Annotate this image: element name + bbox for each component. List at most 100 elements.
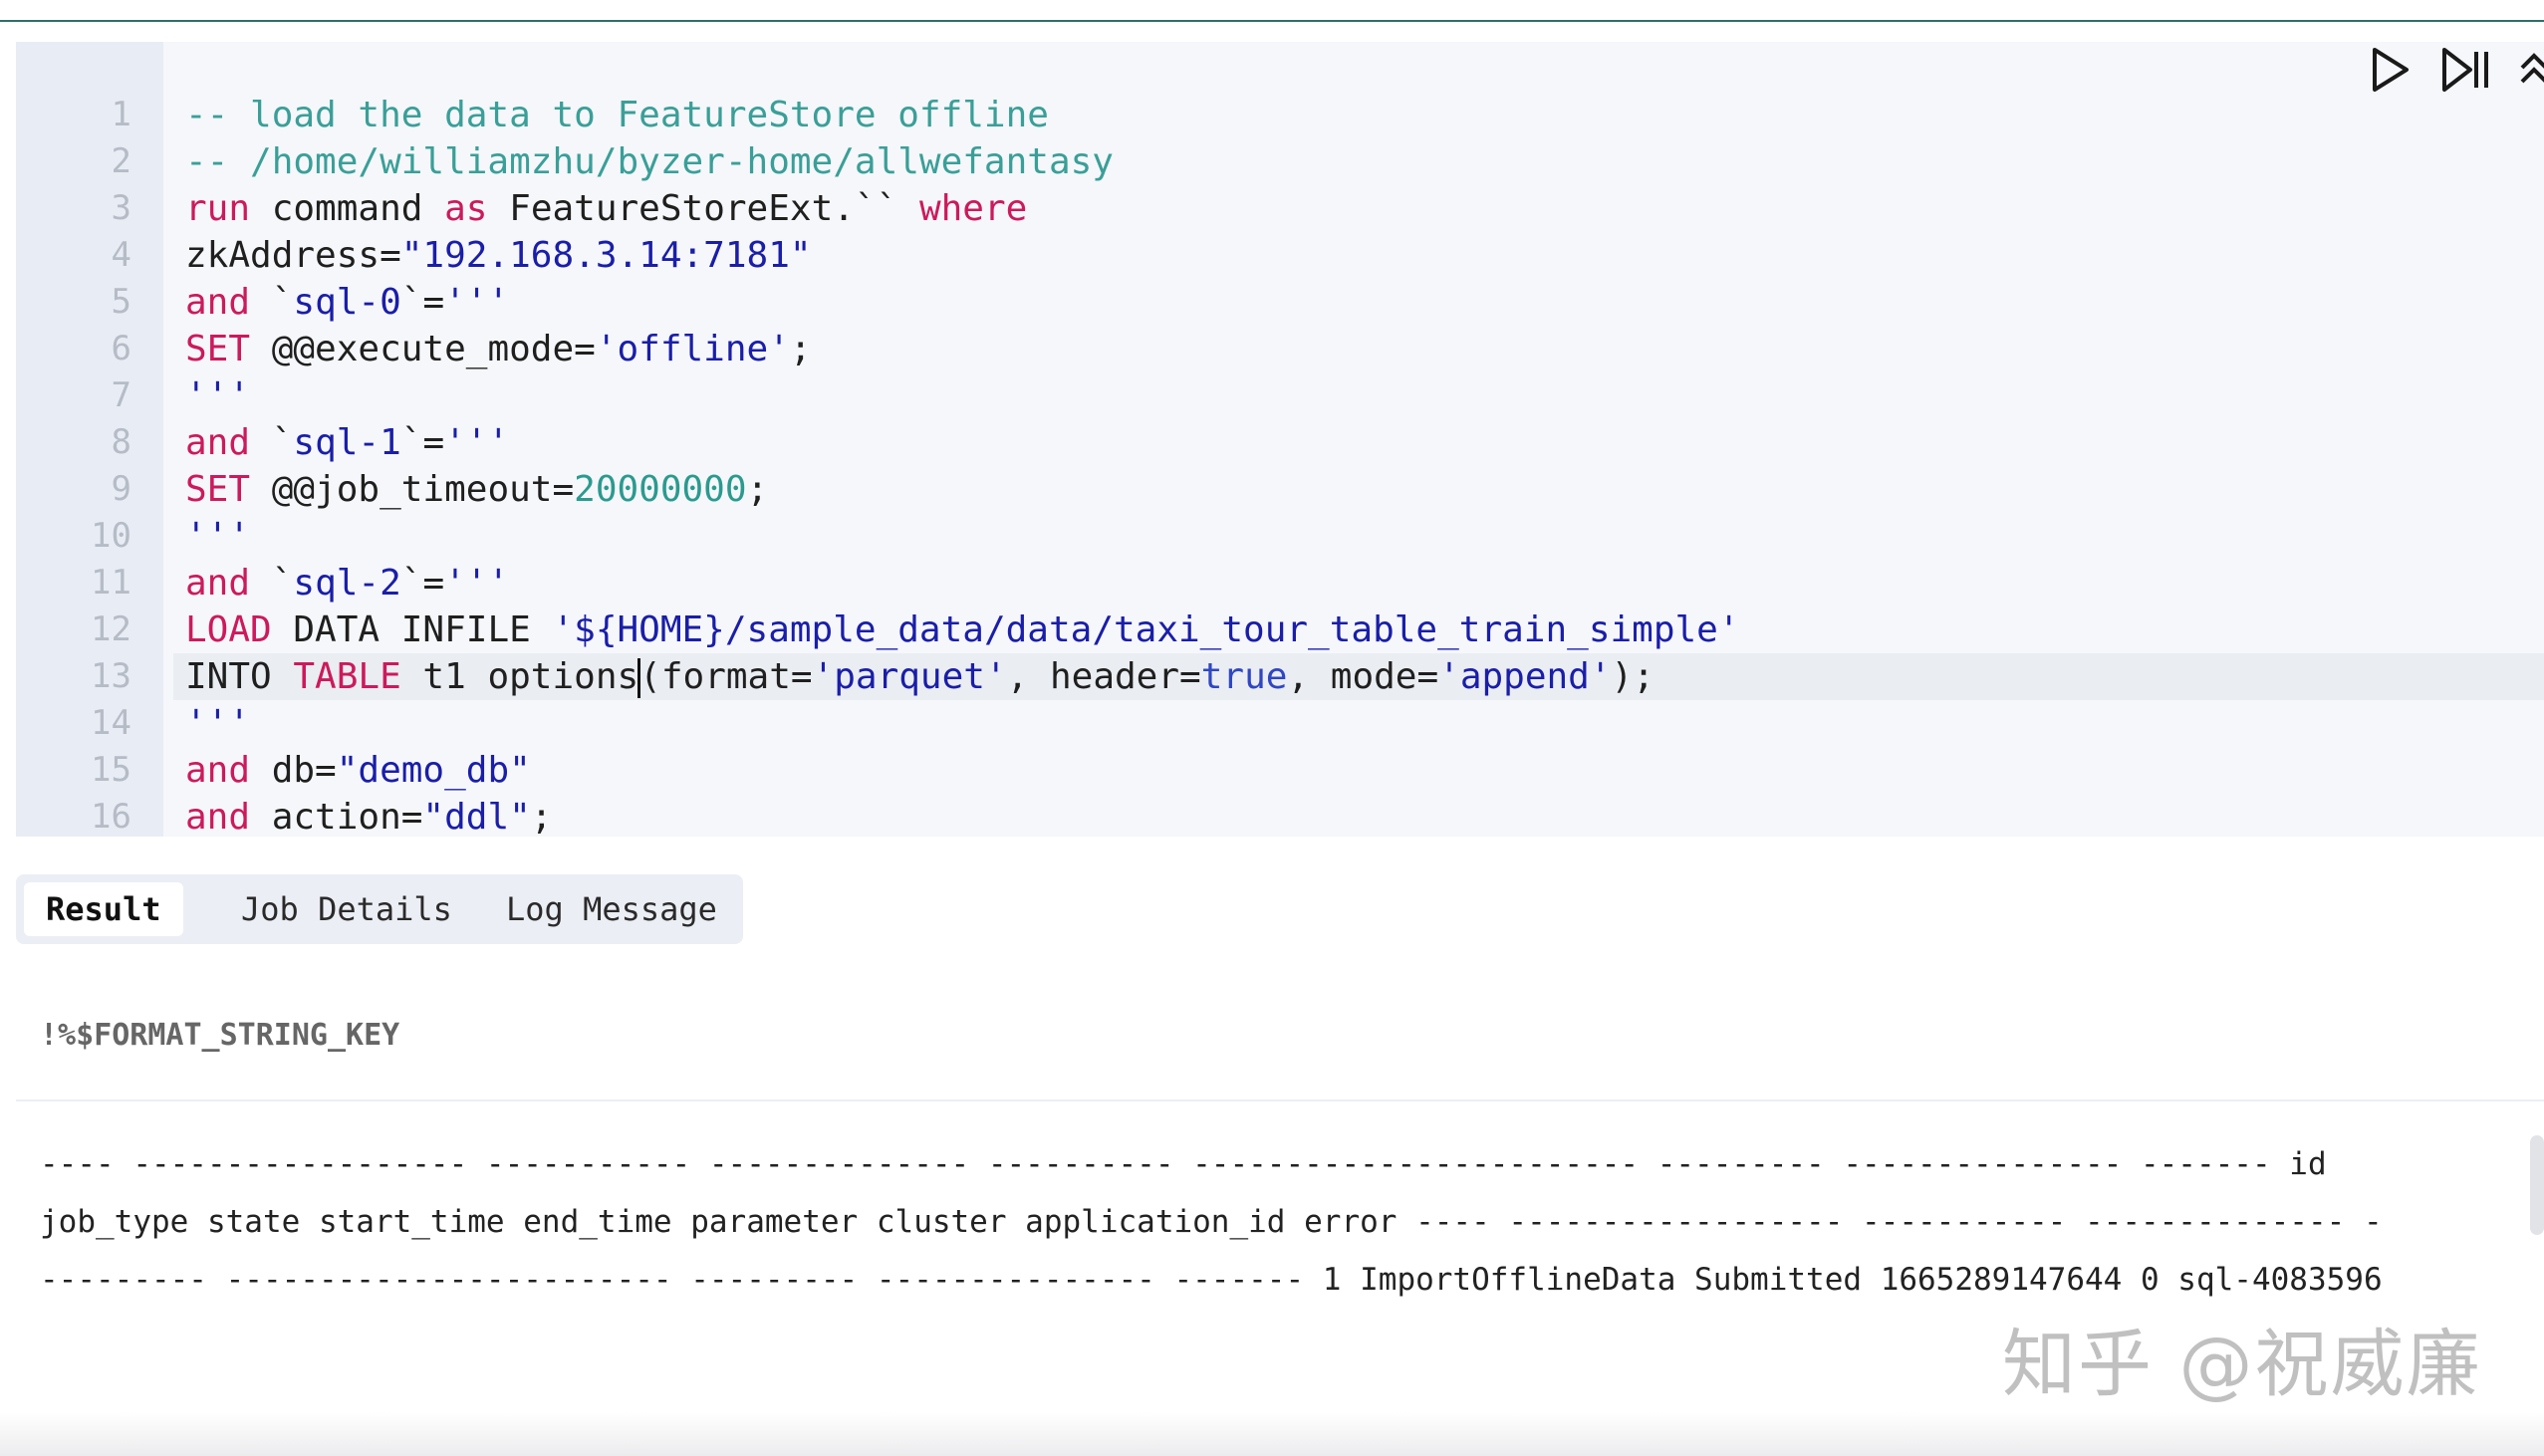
code-token: SET <box>185 469 251 510</box>
code-token: zkAddress= <box>185 235 401 276</box>
result-divider <box>16 1099 2544 1101</box>
line-number: 4 <box>111 235 131 275</box>
code-token: INTO <box>185 656 294 697</box>
code-token: ; <box>789 329 812 369</box>
output-scrollbar[interactable] <box>2530 1135 2544 1235</box>
code-token: ''' <box>185 375 251 416</box>
code-token: -- load the data to FeatureStore offline <box>185 95 1049 135</box>
code-token: ` <box>250 422 294 463</box>
code-token: 'append' <box>1438 656 1612 697</box>
bottom-shadow <box>0 1412 2544 1456</box>
code-content[interactable]: -- load the data to FeatureStore offline… <box>173 92 2544 841</box>
code-token: ''' <box>444 422 510 463</box>
code-token: @@execute_mode= <box>250 329 596 369</box>
code-token: ''' <box>185 516 251 557</box>
code-token: true <box>1200 656 1288 697</box>
code-token: , header= <box>1006 656 1201 697</box>
code-token: run <box>185 188 251 229</box>
collapse-icon[interactable] <box>2516 42 2544 102</box>
code-token: 'parquet' <box>812 656 1007 697</box>
code-line[interactable]: -- load the data to FeatureStore offline <box>173 92 2544 138</box>
code-token: ''' <box>444 563 510 604</box>
line-number: 15 <box>91 750 131 790</box>
code-line[interactable]: run command as FeatureStoreExt.`` where <box>173 185 2544 232</box>
line-number: 5 <box>111 282 131 322</box>
top-border <box>0 0 2544 22</box>
code-line[interactable]: and action="ddl"; <box>173 794 2544 841</box>
code-token: LOAD <box>185 609 272 650</box>
code-token: ''' <box>185 703 251 744</box>
code-token: db= <box>250 750 337 791</box>
output-line: --------- ------------------------ -----… <box>40 1262 2383 1298</box>
code-token: "ddl" <box>422 797 531 838</box>
format-string-key: !%$FORMAT_STRING_KEY <box>40 1018 400 1053</box>
line-number: 13 <box>91 656 131 696</box>
code-token: and <box>185 797 251 838</box>
code-token: , mode= <box>1287 656 1439 697</box>
code-line[interactable]: and `sql-2`=''' <box>173 560 2544 607</box>
code-token: TABLE <box>293 656 401 697</box>
line-number: 14 <box>91 703 131 743</box>
code-editor[interactable]: 1 2 3 4 5 6 7 8 9 10 11 12 13 14 15 16 -- load the data… <box>16 42 2544 838</box>
code-token: ; <box>530 797 553 838</box>
line-number: 1 <box>111 95 131 134</box>
result-tabs: Result Job Details Log Message <box>16 874 743 944</box>
code-line[interactable]: and db="demo_db" <box>173 747 2544 794</box>
code-token: ` <box>250 563 294 604</box>
code-line[interactable]: ''' <box>173 700 2544 747</box>
code-token: and <box>185 282 251 323</box>
code-token: `= <box>400 282 445 323</box>
line-number: 2 <box>111 141 131 181</box>
tab-log-message[interactable]: Log Message <box>484 882 739 936</box>
line-number: 10 <box>91 516 131 556</box>
code-token: (format= <box>639 656 813 697</box>
line-number: 7 <box>111 375 131 415</box>
code-token: and <box>185 422 251 463</box>
code-token: 'offline' <box>595 329 790 369</box>
tab-result[interactable]: Result <box>24 882 183 936</box>
code-token: ` <box>250 282 294 323</box>
play-icon[interactable] <box>2361 42 2417 102</box>
code-token: sql-0 <box>293 282 401 323</box>
code-line[interactable]: LOAD DATA INFILE '${HOME}/sample_data/da… <box>173 607 2544 653</box>
run-controls <box>2361 42 2544 98</box>
code-line[interactable]: zkAddress="192.168.3.14:7181" <box>173 232 2544 279</box>
code-token: command <box>250 188 445 229</box>
code-token: DATA INFILE <box>271 609 553 650</box>
code-line[interactable]: ''' <box>173 372 2544 419</box>
code-token: FeatureStoreExt.`` <box>487 188 919 229</box>
code-token: '${HOME}/sample_data/data/taxi_tour_tabl… <box>552 609 1740 650</box>
line-number-gutter: 1 2 3 4 5 6 7 8 9 10 11 12 13 14 15 16 <box>16 42 163 837</box>
tab-job-details[interactable]: Job Details <box>219 882 474 936</box>
result-output: ---- ------------------ ----------- ----… <box>40 1135 2500 1309</box>
line-number: 3 <box>111 188 131 228</box>
line-number: 8 <box>111 422 131 462</box>
line-number: 9 <box>111 469 131 509</box>
code-token: SET <box>185 329 251 369</box>
code-token: sql-1 <box>293 422 401 463</box>
code-line[interactable]: SET @@job_timeout=20000000; <box>173 466 2544 513</box>
line-number: 12 <box>91 609 131 649</box>
code-token: "192.168.3.14:7181" <box>400 235 812 276</box>
line-number: 6 <box>111 329 131 368</box>
line-number: 16 <box>91 797 131 837</box>
watermark: 知乎 @祝威廉 <box>2002 1322 2482 1407</box>
line-numbers: 1 2 3 4 5 6 7 8 9 10 11 12 13 14 15 16 <box>16 92 131 841</box>
code-line[interactable]: -- /home/williamzhu/byzer-home/allwefant… <box>173 138 2544 185</box>
code-line[interactable]: and `sql-0`=''' <box>173 279 2544 326</box>
code-token: sql-2 <box>293 563 401 604</box>
code-token: 20000000 <box>574 469 747 510</box>
play-pause-icon[interactable] <box>2436 42 2492 102</box>
code-token: and <box>185 563 251 604</box>
code-token: `= <box>400 422 445 463</box>
code-token: `= <box>400 563 445 604</box>
output-line: ---- ------------------ ----------- ----… <box>40 1146 2327 1182</box>
code-token: as <box>444 188 488 229</box>
code-line[interactable]: SET @@execute_mode='offline'; <box>173 326 2544 372</box>
code-line[interactable]: ''' <box>173 513 2544 560</box>
code-token: ''' <box>444 282 510 323</box>
code-line[interactable]: and `sql-1`=''' <box>173 419 2544 466</box>
code-token: "demo_db" <box>336 750 531 791</box>
code-line[interactable]: INTO TABLE t1 options(format='parquet', … <box>173 653 2544 700</box>
output-line: job_type state start_time end_time param… <box>40 1204 2383 1240</box>
